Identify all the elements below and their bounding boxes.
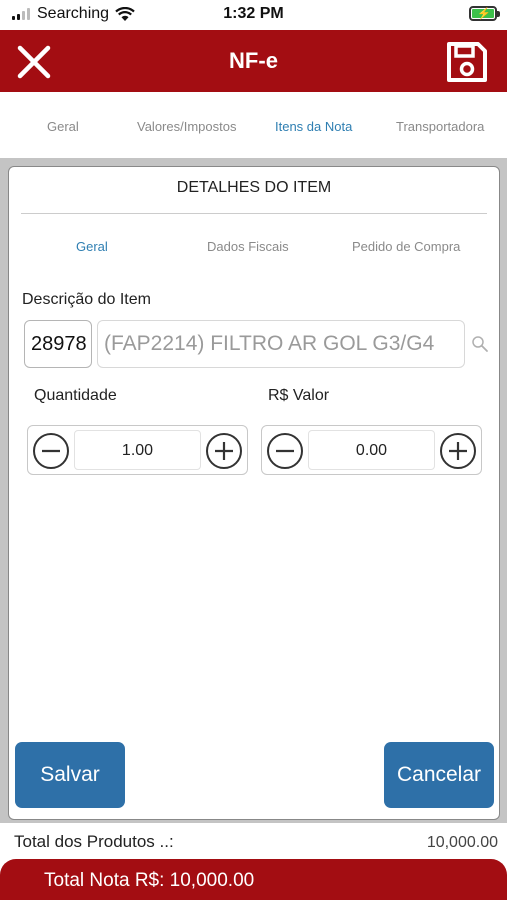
floppy-disk-icon: [447, 42, 487, 82]
price-input[interactable]: 0.00: [308, 430, 435, 470]
tab-transportadora[interactable]: Transportadora: [396, 119, 484, 134]
item-details-modal: DETALHES DO ITEM Geral Dados Fiscais Ped…: [8, 166, 500, 820]
subtab-geral[interactable]: Geral: [76, 239, 108, 254]
save-button[interactable]: [445, 40, 489, 84]
app-header: NF-e: [0, 30, 507, 92]
note-total-text: Total Nota R$: 10,000.00: [44, 870, 255, 891]
price-minus-icon[interactable]: [266, 432, 304, 470]
tab-geral[interactable]: Geral: [47, 119, 79, 134]
search-icon[interactable]: [471, 335, 489, 353]
quantity-label: Quantidade: [34, 387, 117, 404]
item-description-field[interactable]: (FAP2214) FILTRO AR GOL G3/G4: [97, 320, 465, 368]
price-plus-icon[interactable]: [439, 432, 477, 470]
modal-title: DETALHES DO ITEM: [176, 179, 332, 196]
quantity-stepper: 1.00: [27, 425, 248, 475]
quantity-input[interactable]: 1.00: [74, 430, 201, 470]
tab-itens-da-nota[interactable]: Itens da Nota: [275, 119, 352, 134]
modal-divider: [21, 213, 487, 214]
item-code-field[interactable]: 28978: [24, 320, 92, 368]
subtab-dados-fiscais[interactable]: Dados Fiscais: [207, 239, 289, 254]
status-bar: Searching 1:32 PM ⚡: [0, 0, 507, 30]
tab-valores-impostos[interactable]: Valores/Impostos: [137, 119, 236, 134]
cancel-button[interactable]: Cancelar: [384, 742, 494, 808]
price-stepper: 0.00: [261, 425, 482, 475]
top-tab-bar: Geral Valores/Impostos Itens da Nota Tra…: [0, 92, 507, 158]
note-total-bar: Total Nota R$: 10,000.00: [0, 859, 507, 900]
battery-icon: ⚡: [469, 6, 500, 21]
quantity-plus-icon[interactable]: [205, 432, 243, 470]
item-description-label: Descrição do Item: [22, 291, 151, 308]
products-total-value: 10,000.00: [426, 834, 498, 851]
subtab-pedido-de-compra[interactable]: Pedido de Compra: [352, 239, 460, 254]
products-total-row: Total dos Produtos ..: 10,000.00: [0, 823, 507, 859]
page-title: NF-e: [229, 48, 278, 73]
status-time: 1:32 PM: [223, 5, 284, 22]
price-label: R$ Valor: [268, 387, 330, 404]
quantity-minus-icon[interactable]: [32, 432, 70, 470]
save-item-button[interactable]: Salvar: [15, 742, 125, 808]
products-total-label: Total dos Produtos ..:: [14, 832, 174, 851]
